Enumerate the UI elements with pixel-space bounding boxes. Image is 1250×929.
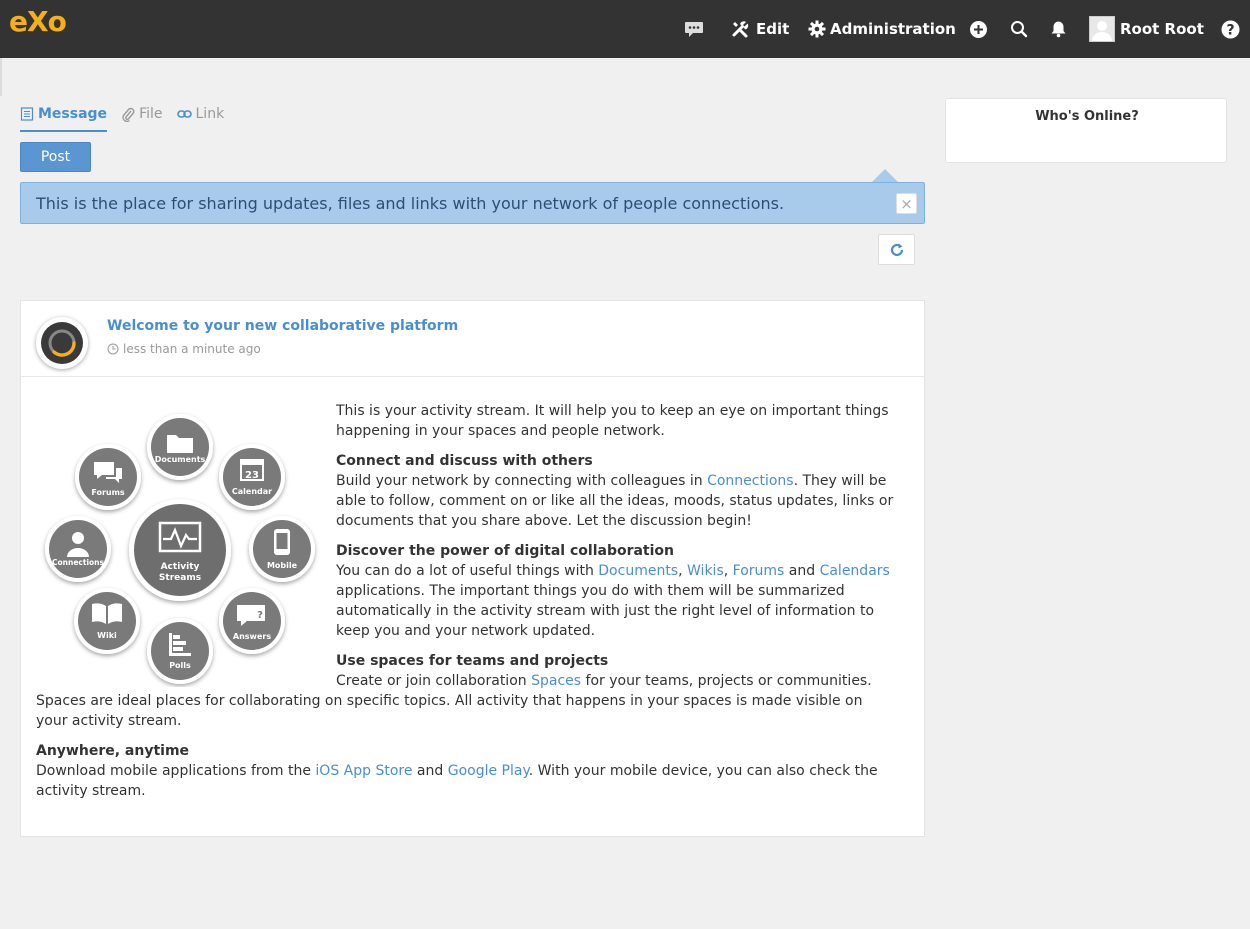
edit-tools-icon bbox=[731, 20, 750, 38]
svg-text:Polls: Polls bbox=[169, 661, 191, 670]
document-icon bbox=[20, 107, 34, 121]
svg-text:Wiki: Wiki bbox=[97, 631, 117, 640]
and-text: and bbox=[412, 763, 448, 779]
calendar-bubble: 23 Calendar bbox=[219, 444, 285, 510]
tab-link[interactable]: Link bbox=[176, 98, 225, 130]
documents-bubble: Documents bbox=[147, 414, 213, 480]
documents-link[interactable]: Documents bbox=[598, 563, 678, 579]
clock-icon bbox=[107, 343, 123, 355]
platform-avatar[interactable] bbox=[36, 317, 88, 369]
activity-streams-bubble: Activity Streams bbox=[129, 499, 231, 601]
connections-bubble: Connections bbox=[45, 516, 111, 582]
chat-icon[interactable] bbox=[684, 0, 704, 58]
forums-link[interactable]: Forums bbox=[733, 563, 785, 579]
svg-text:Mobile: Mobile bbox=[267, 561, 298, 570]
collaboration-illustration: Documents 23 Calendar Forums Activity St… bbox=[45, 414, 315, 684]
edit-menu[interactable]: Edit bbox=[731, 0, 789, 58]
svg-text:Calendar: Calendar bbox=[232, 487, 272, 496]
composer-tabs: Message File Link bbox=[20, 98, 238, 132]
activity-header: Welcome to your new collaborative platfo… bbox=[21, 301, 924, 377]
svg-text:Streams: Streams bbox=[159, 573, 201, 583]
bell-icon[interactable] bbox=[1050, 0, 1067, 58]
info-message: This is the place for sharing updates, f… bbox=[20, 182, 925, 224]
tab-message[interactable]: Message bbox=[20, 98, 108, 132]
tab-file-label: File bbox=[139, 106, 163, 122]
mobile-section: Anywhere, anytime Download mobile applic… bbox=[36, 741, 896, 801]
tab-file[interactable]: File bbox=[121, 98, 163, 130]
and-text: and bbox=[784, 563, 820, 579]
activity-time-label: less than a minute ago bbox=[123, 342, 261, 356]
administration-menu[interactable]: Administration bbox=[808, 0, 956, 58]
refresh-button[interactable] bbox=[878, 234, 915, 265]
google-play-link[interactable]: Google Play bbox=[448, 763, 529, 779]
post-button[interactable]: Post bbox=[20, 142, 91, 172]
discover-heading: Discover the power of digital collaborat… bbox=[336, 543, 675, 559]
calendars-link[interactable]: Calendars bbox=[820, 563, 890, 579]
help-icon[interactable]: ? bbox=[1221, 0, 1240, 58]
administration-label: Administration bbox=[830, 20, 956, 38]
svg-text:Connections: Connections bbox=[52, 558, 105, 567]
ios-app-store-link[interactable]: iOS App Store bbox=[315, 763, 412, 779]
wiki-bubble: Wiki bbox=[74, 588, 140, 654]
user-menu[interactable]: Root Root bbox=[1089, 0, 1204, 58]
polls-bubble: Polls bbox=[147, 618, 213, 684]
connect-text-a: Build your network by connecting with co… bbox=[336, 473, 708, 489]
info-arrow bbox=[871, 169, 899, 183]
activity-card: Welcome to your new collaborative platfo… bbox=[20, 300, 925, 837]
connections-link[interactable]: Connections bbox=[707, 473, 794, 489]
discover-text-b: applications. The important things you d… bbox=[336, 583, 875, 639]
link-icon bbox=[176, 109, 192, 119]
close-icon[interactable]: × bbox=[896, 193, 917, 214]
refresh-icon bbox=[889, 242, 905, 258]
whos-online-title: Who's Online? bbox=[1035, 109, 1139, 124]
svg-text:?: ? bbox=[1226, 22, 1234, 38]
top-navbar: eXo Edit Administration Root Root ? bbox=[0, 0, 1250, 58]
svg-text:Documents: Documents bbox=[155, 455, 206, 464]
plus-circle-icon[interactable] bbox=[969, 0, 988, 58]
activity-body: Documents 23 Calendar Forums Activity St… bbox=[36, 401, 896, 811]
wikis-link[interactable]: Wikis bbox=[687, 563, 724, 579]
whos-online-panel: Who's Online? bbox=[945, 98, 1227, 163]
forums-bubble: Forums bbox=[75, 444, 141, 510]
connect-heading: Connect and discuss with others bbox=[336, 453, 593, 469]
answers-bubble: ? Answers bbox=[219, 588, 285, 654]
info-text: This is the place for sharing updates, f… bbox=[36, 193, 785, 213]
spaces-link[interactable]: Spaces bbox=[531, 673, 581, 689]
mobile-text-a: Download mobile applications from the bbox=[36, 763, 316, 779]
svg-text:23: 23 bbox=[245, 470, 259, 481]
exo-logo[interactable]: eXo bbox=[9, 8, 67, 36]
svg-text:?: ? bbox=[257, 610, 263, 621]
gear-icon bbox=[808, 20, 826, 38]
svg-text:Activity: Activity bbox=[161, 562, 200, 572]
svg-text:Forums: Forums bbox=[91, 488, 125, 497]
spaces-heading: Use spaces for teams and projects bbox=[336, 653, 609, 669]
tab-link-label: Link bbox=[195, 106, 225, 122]
svg-text:Answers: Answers bbox=[233, 632, 271, 641]
tab-message-label: Message bbox=[38, 106, 108, 122]
separator: , bbox=[678, 563, 688, 579]
left-edge-divider bbox=[0, 58, 2, 96]
search-icon[interactable] bbox=[1010, 0, 1028, 58]
activity-title-link[interactable]: Welcome to your new collaborative platfo… bbox=[107, 318, 458, 334]
activity-timestamp: less than a minute ago bbox=[107, 342, 261, 356]
discover-text-a: You can do a lot of useful things with bbox=[336, 563, 599, 579]
mobile-bubble: Mobile bbox=[249, 516, 315, 582]
separator: , bbox=[723, 563, 733, 579]
user-name: Root Root bbox=[1120, 20, 1204, 38]
avatar bbox=[1089, 16, 1115, 42]
mobile-heading: Anywhere, anytime bbox=[36, 743, 190, 759]
spaces-text-a: Create or join collaboration bbox=[336, 673, 532, 689]
paperclip-icon bbox=[121, 107, 135, 122]
edit-label: Edit bbox=[756, 20, 790, 38]
